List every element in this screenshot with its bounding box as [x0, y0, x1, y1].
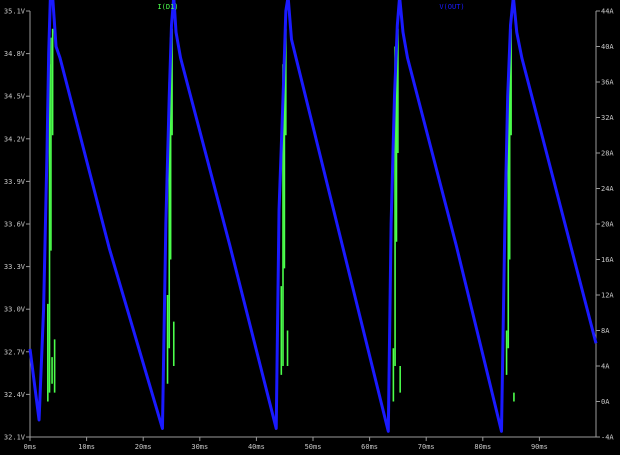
left-tick-label: 34.8V — [4, 50, 26, 58]
bottom-tick-label: 0ms — [24, 443, 37, 451]
bottom-tick-label: 80ms — [474, 443, 491, 451]
left-tick-label: 34.2V — [4, 135, 26, 143]
left-tick-label: 33.6V — [4, 221, 26, 229]
left-tick-label: 33.9V — [4, 178, 26, 186]
right-tick-label: 20A — [601, 221, 614, 229]
bottom-tick-label: 50ms — [305, 443, 322, 451]
legend-voltage[interactable]: V(OUT) — [439, 3, 464, 11]
bottom-tick-label: 60ms — [361, 443, 378, 451]
right-tick-label: -4A — [601, 434, 614, 442]
left-tick-label: 33.0V — [4, 306, 26, 314]
right-tick-label: 4A — [601, 363, 610, 371]
bottom-tick-label: 20ms — [135, 443, 152, 451]
right-tick-label: 36A — [601, 79, 614, 87]
right-tick-label: 28A — [601, 150, 614, 158]
right-tick-label: 0A — [601, 398, 610, 406]
right-tick-label: 12A — [601, 292, 614, 300]
left-tick-label: 33.3V — [4, 263, 26, 271]
bottom-tick-label: 10ms — [78, 443, 95, 451]
waveform-plot: 32.1V 32.4V 32.7V 33.0V 33.3V 33.6V 33.9V 34.2V… — [0, 0, 620, 455]
left-tick-label: 35.1V — [4, 8, 26, 16]
right-tick-label: 24A — [601, 185, 614, 193]
bottom-tick-label: 70ms — [418, 443, 435, 451]
left-tick-label: 32.1V — [4, 434, 26, 442]
right-tick-label: 44A — [601, 8, 614, 16]
legend-current[interactable]: I(D1) — [157, 3, 178, 11]
right-tick-label: 16A — [601, 256, 614, 264]
bottom-tick-label: 90ms — [531, 443, 548, 451]
right-tick-label: 32A — [601, 114, 614, 122]
left-tick-label: 32.4V — [4, 391, 26, 399]
left-tick-label: 34.5V — [4, 93, 26, 101]
left-tick-label: 32.7V — [4, 348, 26, 356]
right-tick-label: 8A — [601, 327, 610, 335]
bottom-tick-label: 40ms — [248, 443, 265, 451]
right-tick-label: 40A — [601, 43, 614, 51]
bottom-tick-label: 30ms — [191, 443, 208, 451]
plot-background — [0, 0, 620, 455]
